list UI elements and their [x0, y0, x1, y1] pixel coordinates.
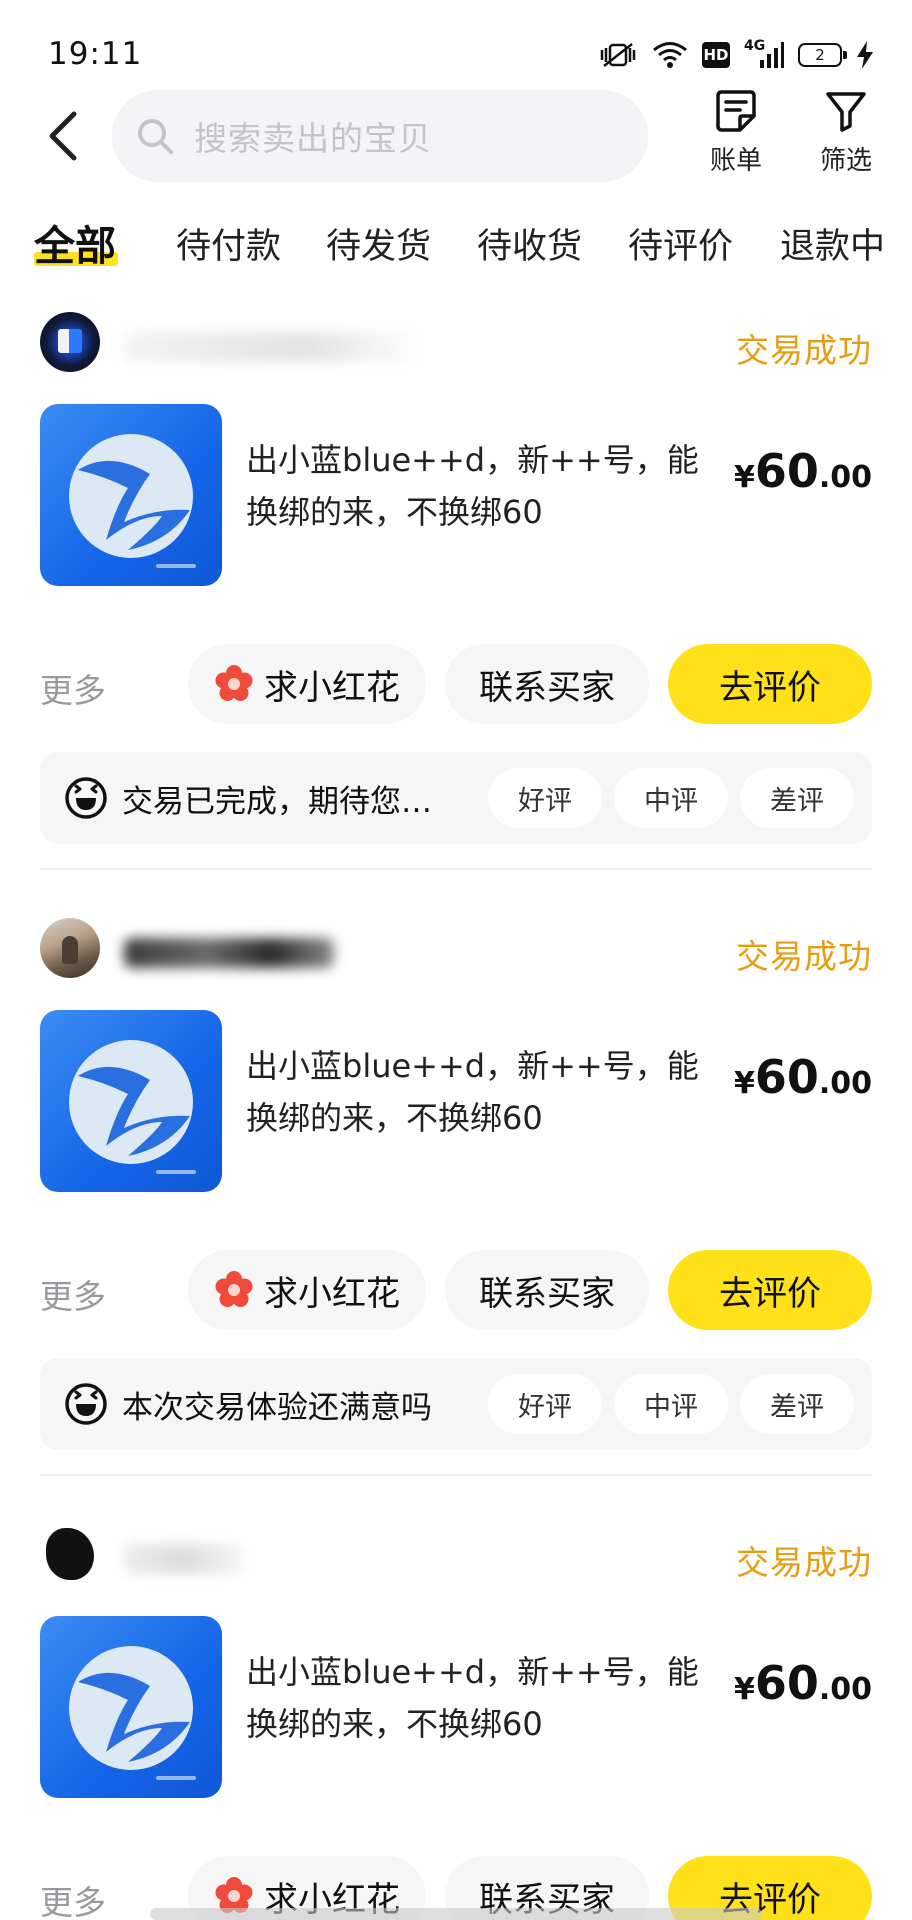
filter-label: 筛选 [819, 146, 872, 176]
rate-good-button[interactable]: 好评 [488, 768, 602, 828]
tab-pending-shipment[interactable]: 待发货 [326, 218, 431, 269]
status-bar: 19:11 HD 4G 2 [0, 0, 912, 100]
order-card: 交易成功 出小蓝blue++d，新++号，能换绑的来，不换绑60 ¥60.00 … [40, 1524, 872, 1920]
order-divider [40, 1474, 872, 1476]
order-actions: 更多 求小红花 联系买家 去评价 [40, 644, 872, 724]
back-button[interactable] [40, 106, 88, 166]
tab-pending-payment[interactable]: 待付款 [176, 218, 281, 269]
item-price: ¥60.00 [733, 1050, 872, 1104]
bill-label: 账单 [709, 146, 762, 176]
order-item[interactable]: 出小蓝blue++d，新++号，能换绑的来，不换绑60 ¥60.00 [40, 1010, 872, 1192]
back-arrow-icon [49, 111, 77, 161]
item-thumbnail [40, 404, 222, 586]
header: 搜索卖出的宝贝 账单 筛选 [0, 88, 912, 188]
item-title: 出小蓝blue++d，新++号，能换绑的来，不换绑60 [246, 441, 699, 531]
search-placeholder: 搜索卖出的宝贝 [194, 119, 432, 158]
order-status: 交易成功 [736, 331, 872, 370]
filter-icon [826, 92, 866, 132]
app-logo-icon [69, 1040, 196, 1174]
order-card: 交易成功 出小蓝blue++d，新++号，能换绑的来，不换绑60 ¥60.00 … [40, 312, 872, 844]
item-title: 出小蓝blue++d，新++号，能换绑的来，不换绑60 [246, 1653, 699, 1743]
order-tabs: 全部 待付款 待发货 待收货 待评价 退款中 [0, 212, 912, 276]
ask-flower-label: 求小红花 [264, 1273, 400, 1314]
search-input[interactable]: 搜索卖出的宝贝 [112, 90, 648, 182]
buyer-nickname-redacted [124, 938, 334, 968]
tab-pending-review[interactable]: 待评价 [628, 218, 733, 269]
go-review-button[interactable]: 去评价 [668, 1250, 872, 1330]
item-thumbnail [40, 1616, 222, 1798]
sold-orders-page: 19:11 HD 4G 2 搜索卖出的宝贝 账单 筛选 全部 待付款 待发货 待… [0, 0, 912, 1920]
ask-flower-label: 求小红花 [264, 667, 400, 708]
buyer-avatar[interactable] [40, 312, 100, 372]
order-status: 交易成功 [736, 1543, 872, 1582]
order-card-header: 交易成功 [40, 1524, 872, 1588]
buyer-nickname-redacted [124, 332, 424, 362]
buyer-nickname-redacted [124, 1544, 244, 1574]
status-icons: HD 4G 2 [598, 38, 874, 72]
item-price: ¥60.00 [733, 1656, 872, 1710]
contact-buyer-button[interactable]: 联系买家 [445, 1250, 649, 1330]
rate-neutral-button[interactable]: 中评 [614, 1374, 728, 1434]
battery-icon: 2 [798, 43, 847, 67]
flower-icon [215, 665, 253, 701]
charging-bolt-icon [857, 41, 873, 69]
rate-bad-button[interactable]: 差评 [740, 768, 854, 828]
rating-bar: 交易已完成，期待您… 好评 中评 差评 [40, 752, 872, 844]
rating-prompt: 本次交易体验还满意吗 [122, 1390, 432, 1426]
status-time: 19:11 [48, 36, 143, 72]
order-status: 交易成功 [736, 937, 872, 976]
tab-refunding[interactable]: 退款中 [780, 218, 885, 269]
hd-badge: HD [702, 42, 730, 68]
home-indicator[interactable] [150, 1908, 762, 1920]
go-review-button[interactable]: 去评价 [668, 644, 872, 724]
flower-icon [215, 1271, 253, 1307]
grinning-face-icon [65, 777, 107, 819]
rating-bar: 本次交易体验还满意吗 好评 中评 差评 [40, 1358, 872, 1450]
bill-icon [716, 90, 756, 132]
more-button[interactable]: 更多 [40, 1876, 106, 1920]
tab-pending-receipt[interactable]: 待收货 [477, 218, 582, 269]
bill-button[interactable]: 账单 [696, 88, 776, 177]
item-title: 出小蓝blue++d，新++号，能换绑的来，不换绑60 [246, 1047, 699, 1137]
search-icon [138, 119, 173, 154]
contact-buyer-button[interactable]: 联系买家 [445, 644, 649, 724]
ask-flower-button[interactable]: 求小红花 [188, 1250, 426, 1330]
vibrate-mute-icon [600, 43, 636, 67]
filter-button[interactable]: 筛选 [806, 88, 886, 177]
rating-prompt: 交易已完成，期待您… [122, 784, 432, 820]
rate-neutral-button[interactable]: 中评 [614, 768, 728, 828]
order-item[interactable]: 出小蓝blue++d，新++号，能换绑的来，不换绑60 ¥60.00 [40, 1616, 872, 1798]
cellular-signal-icon: 4G [744, 38, 784, 70]
app-logo-icon [69, 434, 196, 568]
more-button[interactable]: 更多 [40, 664, 106, 712]
order-divider [40, 868, 872, 870]
order-card-header: 交易成功 [40, 312, 872, 376]
item-thumbnail [40, 1010, 222, 1192]
order-actions: 更多 求小红花 联系买家 去评价 [40, 1250, 872, 1330]
buyer-avatar[interactable] [40, 918, 100, 978]
rate-good-button[interactable]: 好评 [488, 1374, 602, 1434]
grinning-face-icon [65, 1383, 107, 1425]
order-item[interactable]: 出小蓝blue++d，新++号，能换绑的来，不换绑60 ¥60.00 [40, 404, 872, 586]
buyer-avatar[interactable] [40, 1524, 100, 1584]
more-button[interactable]: 更多 [40, 1270, 106, 1318]
wifi-icon [653, 42, 687, 68]
tab-all[interactable]: 全部 [34, 212, 116, 272]
order-card-header: 交易成功 [40, 918, 872, 982]
order-card: 交易成功 出小蓝blue++d，新++号，能换绑的来，不换绑60 ¥60.00 … [40, 918, 872, 1450]
item-price: ¥60.00 [733, 444, 872, 498]
app-logo-icon [69, 1646, 196, 1780]
rate-bad-button[interactable]: 差评 [740, 1374, 854, 1434]
ask-flower-button[interactable]: 求小红花 [188, 644, 426, 724]
